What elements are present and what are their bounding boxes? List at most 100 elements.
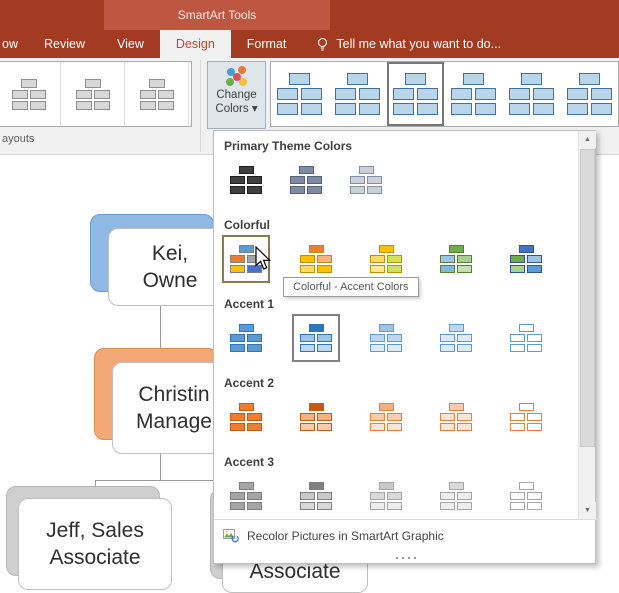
org-chart-icon: [440, 324, 472, 352]
org-chart-icon: [370, 245, 402, 273]
tab-view[interactable]: View: [101, 30, 160, 58]
org-chart-icon: [230, 482, 262, 510]
color-variant-thumb[interactable]: [222, 472, 270, 519]
smartart-tools-contextual-header: SmartArt Tools: [104, 0, 330, 30]
shape-text: Manage: [136, 408, 212, 435]
color-variant-thumb[interactable]: [222, 314, 270, 362]
smartart-style-tile[interactable]: [329, 62, 387, 126]
color-variant-thumb[interactable]: [292, 314, 340, 362]
color-variant-thumb[interactable]: [432, 235, 480, 283]
org-chart-icon: [510, 403, 542, 431]
color-variant-thumb[interactable]: [342, 156, 390, 204]
tab-review[interactable]: Review: [28, 30, 101, 58]
color-section-title: Accent 3: [214, 449, 579, 472]
color-variant-thumb[interactable]: [222, 393, 270, 441]
org-chart-icon: [451, 73, 496, 115]
org-chart-icon: [440, 482, 472, 510]
recolor-pictures-icon: [223, 528, 239, 543]
org-chart-icon: [510, 482, 542, 510]
org-chart-icon: [300, 403, 332, 431]
org-chart-icon: [230, 324, 262, 352]
group-divider: [200, 60, 201, 152]
smartart-style-tile[interactable]: [387, 62, 445, 126]
change-colors-label-2: Colors ▾: [215, 101, 257, 115]
color-variant-thumb[interactable]: [432, 472, 480, 519]
smartart-style-tile[interactable]: [560, 62, 618, 126]
contextual-header-label: SmartArt Tools: [178, 8, 256, 22]
smartart-style-tile[interactable]: [271, 62, 329, 126]
shape-text: Kei,: [152, 240, 188, 267]
smartart-style-tile[interactable]: [444, 62, 502, 126]
color-variant-thumb[interactable]: [222, 156, 270, 204]
scroll-up-arrow[interactable]: ▲: [579, 131, 596, 148]
color-gallery-content: Primary Theme ColorsColorfulAccent 1Acce…: [214, 131, 579, 519]
mouse-cursor: [252, 246, 274, 272]
org-chart-icon: [335, 73, 380, 115]
org-chart-icon: [230, 166, 262, 194]
org-chart-icon: [509, 73, 554, 115]
color-section-title: Colorful: [214, 212, 579, 235]
org-chart-icon: [393, 73, 438, 115]
menu-scrollbar[interactable]: ▲ ▼: [578, 131, 595, 519]
tell-me-label: Tell me what you want to do...: [336, 37, 501, 51]
smartart-styles-gallery: [270, 61, 619, 127]
color-variant-thumb[interactable]: [292, 235, 340, 283]
change-colors-icon: [226, 65, 248, 89]
color-variant-thumb[interactable]: [502, 393, 550, 441]
org-chart-icon: [370, 403, 402, 431]
tab-partial[interactable]: ow: [0, 30, 28, 58]
org-chart-icon: [440, 403, 472, 431]
color-variant-thumb[interactable]: [362, 393, 410, 441]
tooltip: Colorful - Accent Colors: [283, 277, 419, 297]
color-variant-thumb[interactable]: [432, 314, 480, 362]
recolor-pictures-label: Recolor Pictures in SmartArt Graphic: [247, 529, 444, 543]
tab-design[interactable]: Design: [160, 30, 231, 58]
org-chart-icon: [12, 79, 46, 110]
org-chart-icon: [510, 245, 542, 273]
org-chart-icon: [277, 73, 322, 115]
shape-text: Associate: [49, 544, 140, 571]
change-colors-menu: Primary Theme ColorsColorfulAccent 1Acce…: [213, 130, 596, 564]
shape-text: Jeff, Sales: [46, 517, 144, 544]
color-variant-thumb[interactable]: [362, 314, 410, 362]
tooltip-text: Colorful - Accent Colors: [293, 281, 409, 293]
shape-text: Christin: [138, 381, 209, 408]
smartart-style-tile[interactable]: [502, 62, 560, 126]
color-variant-thumb[interactable]: [362, 235, 410, 283]
org-chart-icon: [350, 166, 382, 194]
titlebar: SmartArt Tools: [0, 0, 619, 30]
menu-resize-grip[interactable]: [214, 551, 597, 565]
org-chart-icon: [567, 73, 612, 115]
layout-tile[interactable]: [125, 62, 189, 126]
org-chart-icon: [440, 245, 472, 273]
layout-tile[interactable]: [0, 62, 61, 126]
color-variant-thumb[interactable]: [292, 472, 340, 519]
org-chart-icon: [76, 79, 110, 110]
tell-me-box[interactable]: Tell me what you want to do...: [316, 30, 501, 58]
layout-tile[interactable]: [61, 62, 125, 126]
color-variant-thumb[interactable]: [362, 472, 410, 519]
org-chart-icon: [140, 79, 174, 110]
change-colors-button[interactable]: Change Colors ▾: [207, 61, 266, 129]
color-section-title: Accent 2: [214, 370, 579, 393]
color-variant-thumb[interactable]: [282, 156, 330, 204]
org-chart-icon: [290, 166, 322, 194]
tab-format[interactable]: Format: [231, 30, 303, 58]
color-variant-thumb[interactable]: [432, 393, 480, 441]
org-chart-icon: [510, 324, 542, 352]
color-section-title: Primary Theme Colors: [214, 133, 579, 156]
connector-line: [160, 452, 161, 480]
dropdown-caret-icon: ▾: [252, 103, 258, 115]
color-variant-thumb[interactable]: [292, 393, 340, 441]
org-chart-icon: [300, 324, 332, 352]
color-variant-thumb[interactable]: [502, 314, 550, 362]
color-variant-thumb[interactable]: [502, 235, 550, 283]
layouts-group-label: ayouts: [2, 133, 34, 145]
color-variant-thumb[interactable]: [502, 472, 550, 519]
recolor-pictures-item[interactable]: Recolor Pictures in SmartArt Graphic: [214, 519, 597, 551]
scrollbar-thumb[interactable]: [580, 149, 595, 447]
lightbulb-icon: [316, 37, 329, 52]
org-chart-icon: [300, 245, 332, 273]
scroll-down-arrow[interactable]: ▼: [579, 502, 596, 519]
smartart-shape-jeff[interactable]: Jeff, Sales Associate: [18, 498, 172, 590]
